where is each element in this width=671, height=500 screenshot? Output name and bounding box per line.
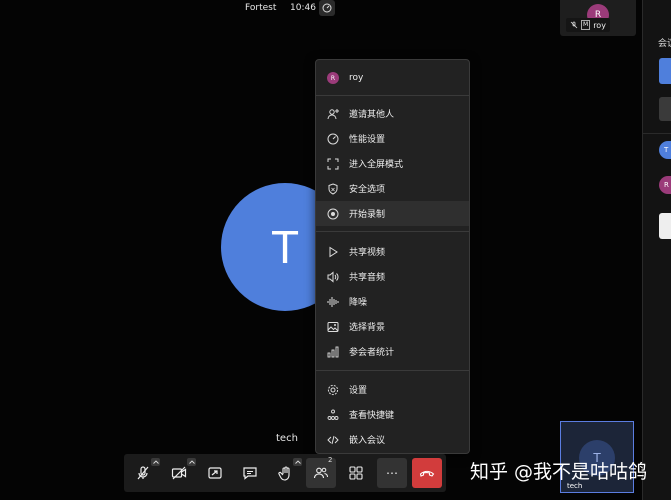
shield-icon <box>326 182 340 196</box>
menu-item-label: 查看快捷键 <box>349 411 395 421</box>
meeting-toolbar: ⋯ <box>124 454 446 492</box>
chat-icon <box>243 467 257 480</box>
more-icon: ⋯ <box>386 466 398 480</box>
self-view-tile[interactable]: R M roy <box>560 0 636 36</box>
meeting-timer: 10:46 <box>290 3 316 13</box>
bar-chart-icon <box>326 345 340 359</box>
menu-item-label: 共享视频 <box>349 248 386 258</box>
menu-item-label: 嵌入会议 <box>349 436 386 446</box>
grid-icon <box>349 466 363 480</box>
menu-item-label: 共享音频 <box>349 273 386 283</box>
self-name-tag: M roy <box>566 18 610 32</box>
more-actions-button[interactable]: ⋯ <box>377 458 407 488</box>
tile-view-button[interactable] <box>341 458 371 488</box>
side-panel-input[interactable] <box>659 213 671 239</box>
participants-count: 2 <box>328 456 333 464</box>
menu-item-start-recording[interactable]: 开始录制 <box>316 201 469 226</box>
participants-icon <box>313 467 328 479</box>
more-actions-menu: R roy 邀请其他人 性能设置 进入全屏模式 安全选项 开始录制 共享视频 共… <box>315 59 470 454</box>
meeting-name: Fortest <box>245 3 277 13</box>
share-screen-icon <box>208 467 222 479</box>
chevron-up-icon <box>294 460 301 464</box>
side-panel: 会议 T R <box>642 0 671 500</box>
hand-icon <box>278 466 290 481</box>
image-icon <box>326 320 340 334</box>
menu-item-performance[interactable]: 性能设置 <box>316 126 469 151</box>
reactions-caret[interactable] <box>293 458 302 466</box>
self-name: roy <box>593 20 606 30</box>
moderator-badge: M <box>581 20 591 30</box>
chevron-up-icon <box>188 460 195 464</box>
mic-muted-icon <box>137 466 149 480</box>
menu-user-avatar: R <box>327 72 339 84</box>
fullscreen-icon <box>326 157 340 171</box>
mic-options-caret[interactable] <box>151 458 160 466</box>
menu-item-embed-meeting[interactable]: 嵌入会议 <box>316 427 469 452</box>
side-panel-title: 会议 <box>658 39 671 49</box>
side-panel-secondary-button[interactable] <box>659 97 671 121</box>
menu-item-share-audio[interactable]: 共享音频 <box>316 264 469 289</box>
code-icon <box>326 433 340 447</box>
chevron-up-icon <box>152 460 159 464</box>
camera-off-icon <box>171 466 187 480</box>
leave-meeting-button[interactable] <box>412 458 442 488</box>
mic-muted-icon <box>570 21 578 29</box>
menu-divider <box>316 231 469 232</box>
connection-quality-button[interactable] <box>319 0 335 16</box>
shortcuts-icon <box>326 408 340 422</box>
menu-item-label: 性能设置 <box>349 135 386 145</box>
menu-item-invite[interactable]: 邀请其他人 <box>316 101 469 126</box>
gear-icon <box>326 383 340 397</box>
menu-item-label: 开始录制 <box>349 210 386 220</box>
menu-divider <box>316 95 469 96</box>
menu-item-label: 邀请其他人 <box>349 110 395 120</box>
watermark: 知乎 @我不是咕咕鸽 <box>470 461 648 483</box>
menu-item-label: 进入全屏模式 <box>349 160 404 170</box>
gauge-icon <box>326 132 340 146</box>
menu-item-fullscreen[interactable]: 进入全屏模式 <box>316 151 469 176</box>
menu-user-name: roy <box>349 73 364 83</box>
participant-avatar[interactable]: R <box>659 176 671 194</box>
menu-item-label: 设置 <box>349 386 368 396</box>
speaker-icon <box>326 270 340 284</box>
waveform-icon <box>326 295 340 309</box>
menu-item-shortcuts[interactable]: 查看快捷键 <box>316 402 469 427</box>
menu-divider <box>316 370 469 371</box>
menu-item-label: 选择背景 <box>349 323 386 333</box>
speaker-name: tech <box>276 433 298 444</box>
gauge-icon <box>322 3 332 13</box>
menu-user-header[interactable]: R roy <box>316 66 469 90</box>
top-bar: Fortest 10:46 <box>0 0 642 18</box>
menu-item-select-background[interactable]: 选择背景 <box>316 314 469 339</box>
hang-up-icon <box>419 470 435 477</box>
side-panel-primary-button[interactable] <box>659 58 671 84</box>
record-icon <box>326 207 340 221</box>
menu-item-participant-stats[interactable]: 参会者统计 <box>316 339 469 364</box>
menu-item-label: 降噪 <box>349 298 368 308</box>
menu-item-label: 安全选项 <box>349 185 386 195</box>
chat-button[interactable] <box>235 458 265 488</box>
add-person-icon <box>326 107 340 121</box>
share-screen-button[interactable] <box>200 458 230 488</box>
menu-item-share-video[interactable]: 共享视频 <box>316 239 469 264</box>
side-panel-divider <box>643 133 671 134</box>
menu-item-settings[interactable]: 设置 <box>316 377 469 402</box>
menu-item-label: 参会者统计 <box>349 348 395 358</box>
participant-avatar[interactable]: T <box>659 141 671 159</box>
menu-item-noise-suppression[interactable]: 降噪 <box>316 289 469 314</box>
camera-options-caret[interactable] <box>187 458 196 466</box>
menu-item-security[interactable]: 安全选项 <box>316 176 469 201</box>
play-icon <box>326 245 340 259</box>
